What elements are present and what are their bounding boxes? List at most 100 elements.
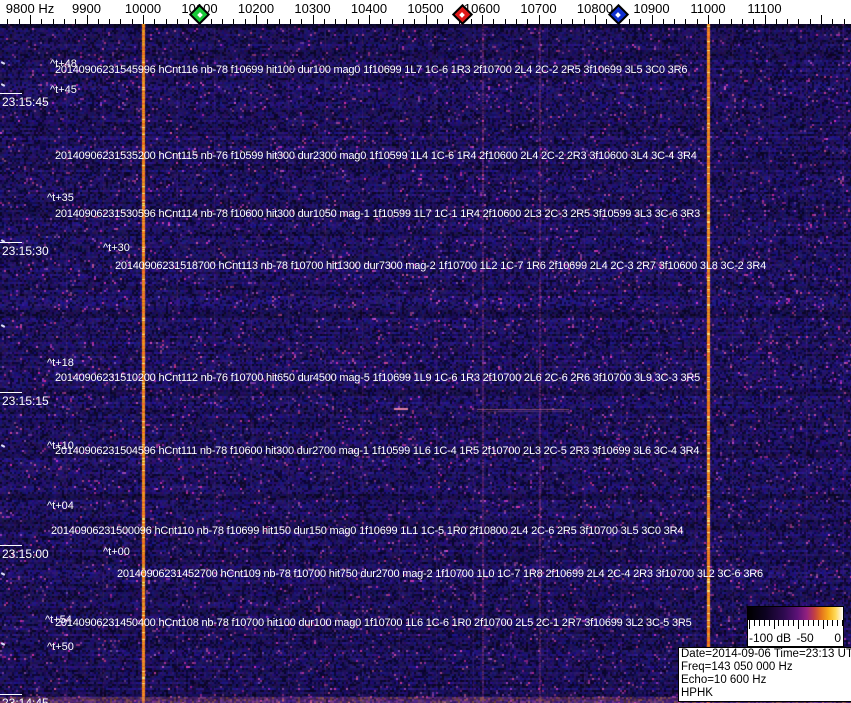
freq-tick — [403, 19, 404, 24]
freq-tick — [53, 19, 54, 24]
freq-tick — [516, 19, 517, 24]
freq-tick — [697, 19, 698, 24]
freq-tick — [211, 19, 212, 24]
legend-tick — [749, 620, 750, 629]
legend-max-label: 0 — [834, 631, 841, 645]
colormap-gradient — [748, 607, 843, 620]
freq-axis-label: 10300 — [294, 1, 330, 16]
freq-tick — [358, 19, 359, 24]
legend-tick — [774, 620, 775, 629]
freq-tick — [844, 19, 845, 24]
legend-tick — [788, 620, 789, 626]
freq-tick — [652, 15, 653, 24]
freq-tick — [177, 19, 178, 24]
freq-tick — [685, 19, 686, 24]
freq-tick — [437, 19, 438, 24]
time-axis-tick — [0, 93, 22, 94]
event-text-line: 20140906231504596 hCnt111 nb-78 f10600 h… — [55, 445, 699, 457]
freq-tick — [290, 19, 291, 24]
time-axis-label: 23:15:30 — [2, 244, 49, 258]
freq-tick — [550, 19, 551, 24]
freq-tick — [154, 19, 155, 24]
freq-tick — [109, 19, 110, 24]
legend-tick — [759, 620, 760, 626]
legend-labels: -100 dB -50 0 — [748, 631, 843, 645]
legend-tick — [823, 620, 824, 629]
frequency-ruler: 9800 Hz990010000101001020010300104001050… — [0, 0, 851, 24]
freq-tick — [392, 19, 393, 24]
freq-tick — [30, 15, 31, 24]
freq-tick — [426, 15, 427, 24]
time-axis-label: 23:15:15 — [2, 394, 49, 408]
freq-tick — [482, 15, 483, 24]
freq-tick — [572, 19, 573, 24]
time-offset-label: ^t+45 — [50, 84, 77, 96]
freq-tick — [448, 19, 449, 24]
freq-tick — [471, 19, 472, 24]
freq-tick — [279, 19, 280, 24]
freq-tick — [606, 19, 607, 24]
legend-tick — [842, 620, 843, 626]
info-frequency: Freq=143 050 000 Hz — [681, 661, 850, 674]
event-text-line: 20140906231535200 hCnt115 nb-76 f10599 h… — [55, 150, 697, 162]
spectrogram-canvas — [0, 24, 851, 703]
freq-axis-label: 10900 — [633, 1, 669, 16]
info-box: Date=2014-09-06 Time=23:13 UTC Freq=143 … — [678, 647, 851, 702]
freq-tick — [787, 19, 788, 24]
freq-tick — [527, 19, 528, 24]
freq-tick — [98, 19, 99, 24]
freq-tick — [663, 19, 664, 24]
freq-tick — [301, 19, 302, 24]
legend-tick — [832, 620, 833, 626]
time-offset-label: ^t+30 — [103, 242, 130, 254]
freq-tick — [313, 15, 314, 24]
freq-axis-label: 10500 — [407, 1, 443, 16]
freq-tick — [75, 19, 76, 24]
freq-tick — [719, 19, 720, 24]
event-text-line: 20140906231518700 hCnt113 nb-78 f10700 h… — [115, 260, 766, 272]
freq-tick — [776, 19, 777, 24]
legend-tick — [769, 620, 770, 626]
freq-tick — [222, 19, 223, 24]
freq-axis-label: 10000 — [125, 1, 161, 16]
freq-tick — [584, 19, 585, 24]
legend-tick — [764, 620, 765, 626]
freq-tick — [64, 19, 65, 24]
db-scale-legend: -100 dB -50 0 — [747, 606, 844, 647]
legend-tick — [827, 620, 828, 626]
freq-axis-label: 9900 — [72, 1, 101, 16]
freq-tick — [143, 15, 144, 24]
freq-tick — [369, 15, 370, 24]
legend-tick — [808, 620, 809, 626]
legend-tick — [783, 620, 784, 626]
freq-tick — [380, 19, 381, 24]
freq-tick — [629, 19, 630, 24]
freq-tick — [132, 19, 133, 24]
event-text-line: 20140906231545996 hCnt116 nb-78 f10699 h… — [55, 64, 687, 76]
freq-axis-label: 9800 Hz — [6, 1, 54, 16]
time-offset-label: ^t+50 — [47, 641, 74, 653]
legend-mid-label: -50 — [796, 631, 813, 645]
legend-tick — [837, 620, 838, 626]
freq-tick — [256, 15, 257, 24]
freq-tick — [335, 19, 336, 24]
freq-tick — [19, 19, 20, 24]
freq-tick — [742, 19, 743, 24]
legend-tick — [754, 620, 755, 626]
freq-tick — [87, 15, 88, 24]
freq-tick — [267, 19, 268, 24]
freq-tick — [798, 19, 799, 24]
event-text-line: 20140906231510200 hCnt112 nb-76 f10700 h… — [55, 372, 700, 384]
freq-tick — [346, 19, 347, 24]
info-echo: Echo=10 600 Hz — [681, 674, 850, 687]
legend-tick — [803, 620, 804, 626]
freq-tick — [753, 19, 754, 24]
freq-tick — [821, 15, 822, 24]
freq-tick — [245, 19, 246, 24]
freq-tick — [493, 19, 494, 24]
time-axis-tick — [0, 545, 22, 546]
event-text-line: 20140906231500096 hCnt110 nb-78 f10699 h… — [51, 525, 683, 537]
freq-tick — [674, 19, 675, 24]
time-offset-label: ^t+00 — [103, 546, 130, 558]
time-offset-label: ^t+04 — [47, 500, 74, 512]
